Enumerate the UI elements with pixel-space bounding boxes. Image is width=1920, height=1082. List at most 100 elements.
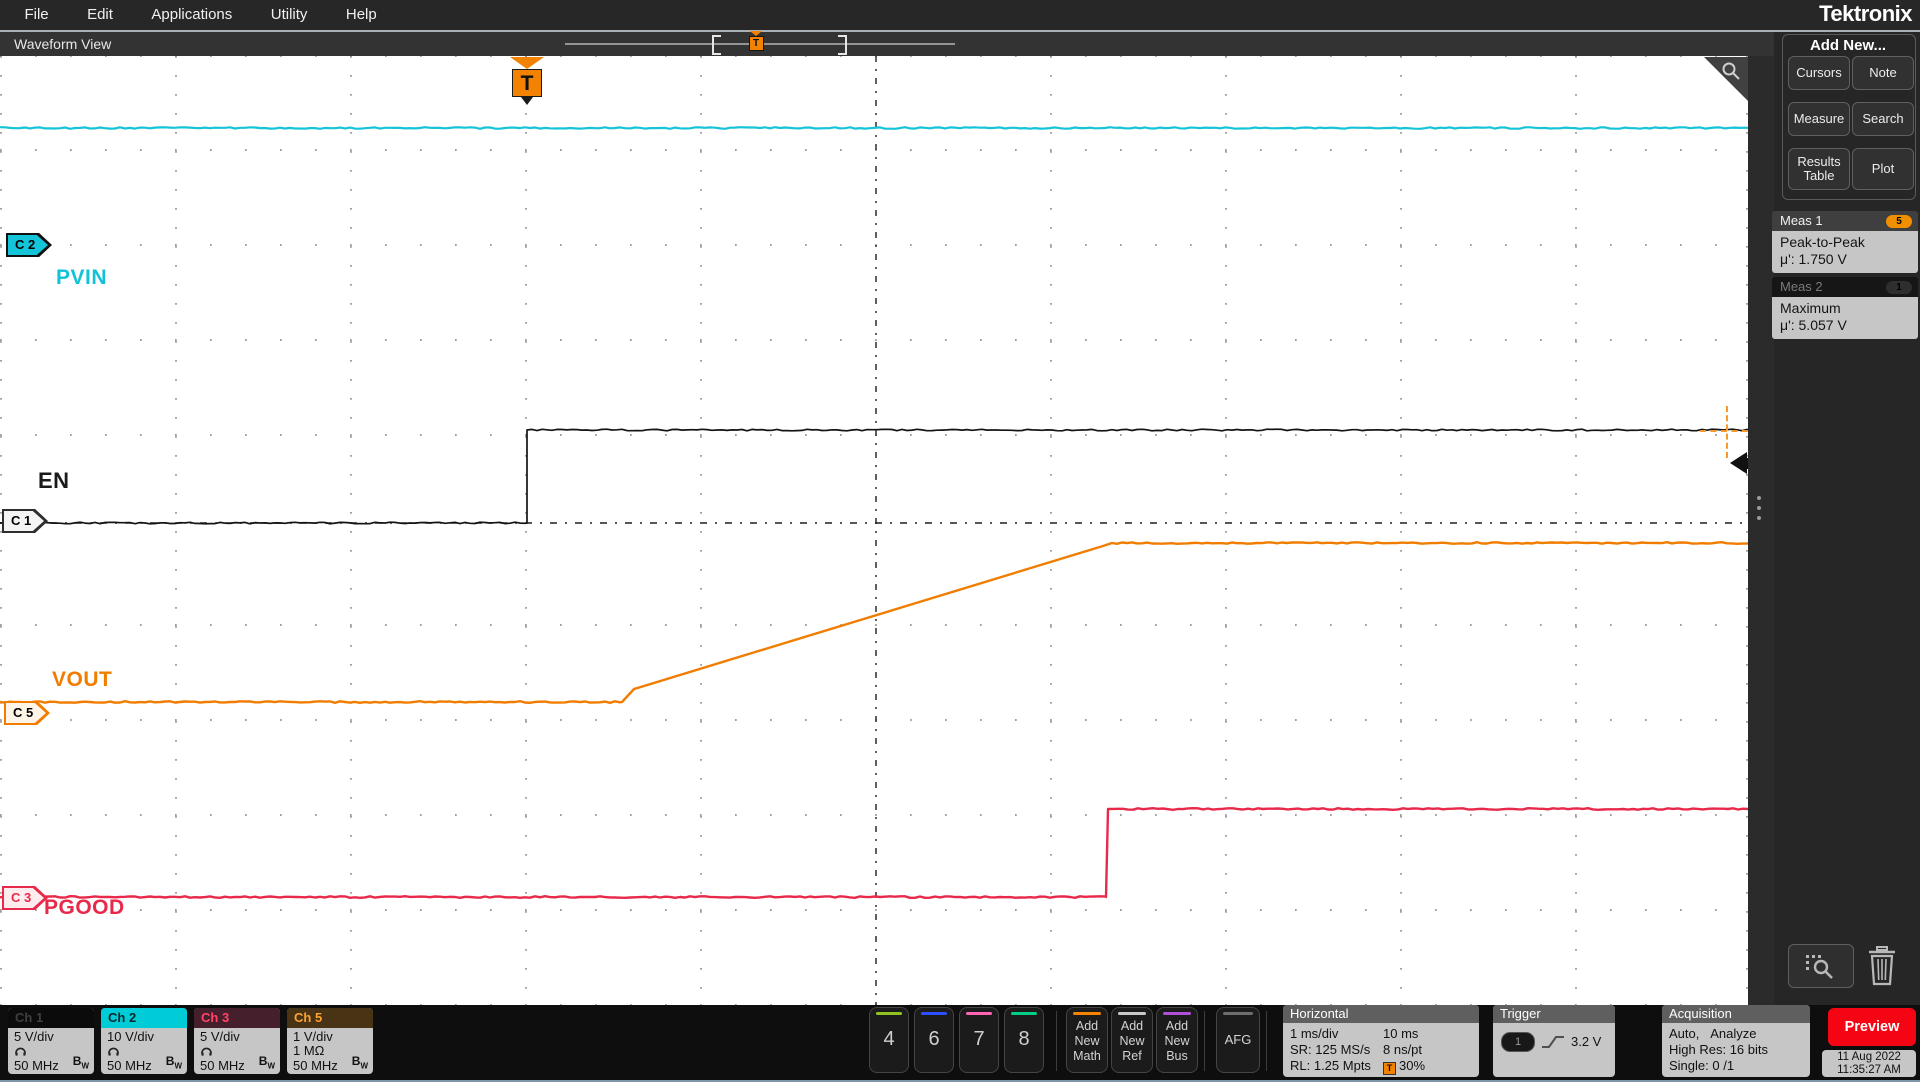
ch5-label: Ch 5: [294, 1010, 322, 1025]
bandwidth-limit-icon: BW: [259, 1054, 275, 1073]
bandwidth-limit-icon: BW: [73, 1054, 89, 1073]
add-plot-button[interactable]: Plot: [1852, 148, 1914, 190]
menu-help[interactable]: Help: [346, 0, 377, 30]
trace-label-en[interactable]: EN: [38, 468, 70, 494]
measurement-badge-meas1[interactable]: Meas 1 5 Peak-to-Peak μ': 1.750 V: [1772, 211, 1918, 273]
channel-4-color-stripe: [876, 1012, 902, 1015]
trigger-position-icon: T: [1383, 1062, 1396, 1075]
trigger-position-marker[interactable]: T: [509, 57, 545, 105]
splitter-grip-handle[interactable]: [1756, 496, 1762, 526]
channel-handle-c3[interactable]: C 3: [2, 886, 48, 910]
magnifier-icon: [1720, 60, 1742, 82]
horizontal-badge[interactable]: Horizontal 1 ms/div10 ms SR: 125 MS/s8 n…: [1283, 1005, 1479, 1077]
ch1-body: 5 V/div 50 MHz BW: [8, 1028, 94, 1074]
zoom-select-button[interactable]: [1788, 944, 1854, 988]
channel-8-color-stripe: [1011, 1012, 1037, 1015]
channel-4-label: 4: [870, 1028, 908, 1051]
trigger-level-value: 3.2 V: [1571, 1034, 1601, 1049]
waveform-canvas: [0, 56, 1748, 1006]
math-color-stripe: [1073, 1012, 1101, 1015]
ch5-header: Ch 5: [287, 1008, 373, 1028]
menu-applications[interactable]: Applications: [151, 0, 232, 30]
add-new-bus-button[interactable]: AddNewBus: [1156, 1007, 1198, 1073]
settings-bar: Ch 1 5 V/div 50 MHz BW Ch 2 10 V/div 50 …: [0, 1005, 1920, 1082]
minimap-window-bracket-left[interactable]: [712, 35, 721, 55]
add-cursors-button[interactable]: Cursors: [1788, 56, 1850, 90]
ch1-scale: 5 V/div: [14, 1029, 88, 1044]
measurement-badge-meas2[interactable]: Meas 2 1 Maximum μ': 5.057 V: [1772, 277, 1918, 339]
meas1-body: Peak-to-Peak μ': 1.750 V: [1772, 231, 1918, 273]
ch2-scale: 10 V/div: [107, 1029, 181, 1044]
ch2-label: Ch 2: [108, 1010, 136, 1025]
trigger-source-badge: 1: [1501, 1032, 1535, 1052]
channel-4-button[interactable]: 4: [869, 1007, 909, 1073]
trace-label-pgood[interactable]: PGOOD: [44, 896, 125, 920]
add-measure-button[interactable]: Measure: [1788, 102, 1850, 136]
afg-button[interactable]: AFG: [1216, 1007, 1260, 1073]
trigger-marker-tail: [521, 97, 533, 105]
date: 11 Aug 2022: [1822, 1051, 1916, 1064]
ch3-scale: 5 V/div: [200, 1029, 274, 1044]
trigger-badge[interactable]: Trigger 1 3.2 V: [1493, 1005, 1615, 1077]
afg-color-stripe: [1223, 1012, 1253, 1015]
channel-7-button[interactable]: 7: [959, 1007, 999, 1073]
trace-label-vout[interactable]: VOUT: [52, 668, 112, 692]
probe-icon: [200, 1044, 213, 1056]
afg-label: AFG: [1217, 1032, 1259, 1047]
trigger-arrow-icon: [510, 57, 544, 69]
divider: [1266, 1011, 1267, 1071]
channel-handle-c2[interactable]: C 2: [6, 233, 52, 257]
tab-waveform-view[interactable]: Waveform View: [14, 36, 111, 52]
menu-edit[interactable]: Edit: [87, 0, 113, 30]
probe-icon: [14, 1044, 27, 1056]
channel-badge-ch2[interactable]: Ch 2 10 V/div 50 MHz BW: [101, 1008, 187, 1074]
meas1-kind: Peak-to-Peak: [1780, 234, 1910, 251]
add-new-math-button[interactable]: AddNewMath: [1066, 1007, 1108, 1073]
time: 11:35:27 AM: [1822, 1064, 1916, 1077]
rising-edge-icon: [1541, 1034, 1565, 1050]
bus-color-stripe: [1163, 1012, 1191, 1015]
trace-label-pvin[interactable]: PVIN: [56, 266, 107, 290]
channel-badge-ch5[interactable]: Ch 5 1 V/div 1 MΩ 50 MHz BW: [287, 1008, 373, 1074]
channel-badge-ch3[interactable]: Ch 3 5 V/div 50 MHz BW: [194, 1008, 280, 1074]
bandwidth-limit-icon: BW: [166, 1054, 182, 1073]
minimap-trigger-icon[interactable]: T: [748, 31, 764, 51]
minimap-window-bracket-right[interactable]: [838, 35, 847, 55]
add-search-button[interactable]: Search: [1852, 102, 1914, 136]
vout-level-marker-icon: [1726, 406, 1728, 458]
menu-utility[interactable]: Utility: [271, 0, 308, 30]
channel-badge-ch1[interactable]: Ch 1 5 V/div 50 MHz BW: [8, 1008, 94, 1074]
channel-handle-c1[interactable]: C 1: [2, 509, 48, 533]
ref-color-stripe: [1118, 1012, 1146, 1015]
acquisition-badge[interactable]: Acquisition Auto, Analyze High Res: 16 b…: [1662, 1005, 1810, 1077]
date-time-display: 11 Aug 2022 11:35:27 AM: [1822, 1050, 1916, 1077]
channel-handle-c5[interactable]: C 5: [4, 701, 50, 725]
channel-6-button[interactable]: 6: [914, 1007, 954, 1073]
menu-file[interactable]: File: [24, 0, 48, 30]
probe-icon: [107, 1044, 120, 1056]
trigger-level-arrow-icon[interactable]: [1730, 452, 1747, 474]
ch2-body: 10 V/div 50 MHz BW: [101, 1028, 187, 1074]
results-bar-splitter: [1748, 56, 1775, 1006]
preview-button[interactable]: Preview: [1828, 1008, 1916, 1046]
channel-8-button[interactable]: 8: [1004, 1007, 1044, 1073]
waveform-view[interactable]: [0, 56, 1748, 1006]
view-tab-bar: [0, 32, 1920, 57]
ch3-label: Ch 3: [201, 1010, 229, 1025]
menu-bar: File Edit Applications Utility Help: [0, 0, 1920, 30]
channel-7-label: 7: [960, 1028, 998, 1051]
meas1-source-badge: 5: [1886, 215, 1912, 228]
ch5-scale: 1 V/div: [293, 1029, 367, 1044]
add-note-button[interactable]: Note: [1852, 56, 1914, 90]
meas1-value: μ': 1.750 V: [1780, 251, 1910, 268]
delete-all-button[interactable]: [1862, 942, 1902, 990]
meas2-body: Maximum μ': 5.057 V: [1772, 297, 1918, 339]
meas1-title: Meas 1: [1780, 213, 1823, 228]
meas2-value: μ': 5.057 V: [1780, 317, 1910, 334]
ch2-bandwidth: 50 MHz: [107, 1058, 152, 1073]
meas2-header: Meas 2 1: [1772, 277, 1918, 297]
add-results-table-button[interactable]: Results Table: [1788, 148, 1850, 190]
add-new-ref-button[interactable]: AddNewRef: [1111, 1007, 1153, 1073]
trigger-t-icon: T: [512, 69, 542, 97]
acquisition-title: Acquisition: [1662, 1005, 1810, 1023]
